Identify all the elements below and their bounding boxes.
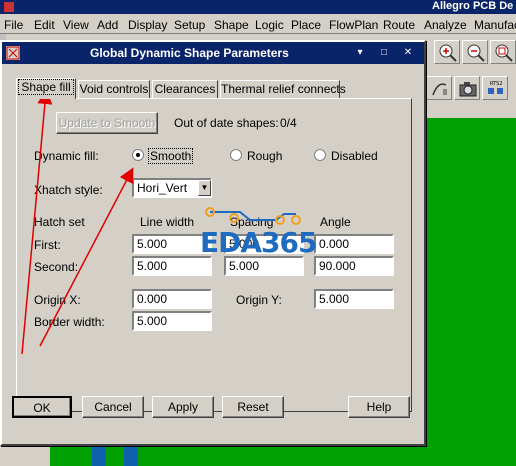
border-width-field[interactable]: 5.000 [132,311,212,331]
zoom-out-icon[interactable] [462,40,488,64]
canvas-trace [124,446,138,466]
menu-shape[interactable]: Shape [214,18,249,32]
second-angle-field[interactable]: 90.000 [314,256,394,276]
cancel-button[interactable]: Cancel [82,396,144,418]
menu-manufacture[interactable]: Manufac [474,18,516,32]
design-canvas-bottom[interactable] [0,446,424,466]
chevron-down-icon[interactable]: ▼ [198,180,211,196]
tab-clearances[interactable]: Clearances [152,80,218,98]
origin-x-field[interactable]: 0.000 [132,289,212,309]
second-spacing-field[interactable]: 5.000 [224,256,304,276]
camera-icon[interactable] [454,76,480,100]
origin-y-label: Origin Y: [236,293,282,307]
reset-button[interactable]: Reset [222,396,284,418]
out-of-date-label: Out of date shapes: [174,116,279,130]
menu-edit[interactable]: Edit [34,18,55,32]
dynamic-fill-label: Dynamic fill: [34,149,99,163]
toolbar: RTS2 [424,34,516,118]
menu-setup[interactable]: Setup [174,18,205,32]
line-width-header: Line width [140,215,195,229]
disabled-label[interactable]: Disabled [331,149,378,163]
rough-radio[interactable] [230,149,242,161]
help-button[interactable]: Help [348,396,410,418]
origin-x-label: Origin X: [34,293,81,307]
watermark-circuit-icon [205,207,301,225]
rats-label: RTS2 [490,81,503,87]
update-to-smooth-button[interactable]: Update to Smooth [56,112,158,134]
menu-logic[interactable]: Logic [255,18,284,32]
app-title-bar: Allegro PCB De [0,0,516,14]
menu-file[interactable]: File [4,18,23,32]
ok-button[interactable]: OK [12,396,72,418]
maximize-icon[interactable]: □ [376,46,392,60]
menu-display[interactable]: Display [128,18,167,32]
watermark-logo: EDA365 [200,226,317,259]
second-label: Second: [34,260,79,274]
rats-icon[interactable]: RTS2 [482,76,508,100]
smooth-radio[interactable] [132,149,144,161]
zoom-in-icon[interactable] [434,40,460,64]
canvas-trace [92,446,106,466]
dialog-system-icon[interactable] [6,46,20,60]
first-label: First: [34,238,61,252]
measure-icon[interactable] [426,76,452,100]
menu-add[interactable]: Add [97,18,118,32]
zoom-fit-icon[interactable] [490,40,516,64]
origin-y-field[interactable]: 5.000 [314,289,394,309]
angle-header: Angle [320,215,351,229]
hatch-set-label: Hatch set [34,215,85,229]
menu-view[interactable]: View [63,18,89,32]
out-of-date-value: 0/4 [280,116,297,130]
design-canvas[interactable] [424,118,516,466]
xhatch-style-label: Xhatch style: [34,183,103,197]
apply-button[interactable]: Apply [152,396,214,418]
border-width-label: Border width: [34,315,105,329]
dialog-title: Global Dynamic Shape Parameters [90,46,289,60]
second-line-width-field[interactable]: 5.000 [132,256,212,276]
menu-flowplan[interactable]: FlowPlan [329,18,378,32]
menu-bar: File Edit View Add Display Setup Shape L… [0,14,516,34]
app-logo-icon [4,2,14,12]
status-bar-fragment [0,446,50,466]
dialog-title-bar: Global Dynamic Shape Parameters ▾ □ ✕ [2,42,424,64]
tab-thermal-relief[interactable]: Thermal relief connects [220,80,346,98]
smooth-label[interactable]: Smooth [148,148,194,164]
tab-void-controls[interactable]: Void controls [78,80,150,98]
rough-label[interactable]: Rough [247,149,282,163]
menu-route[interactable]: Route [383,18,415,32]
menu-analyze[interactable]: Analyze [424,18,467,32]
menu-place[interactable]: Place [291,18,321,32]
app-title: Allegro PCB De [432,0,514,12]
first-angle-field[interactable]: 0.000 [314,234,394,254]
disabled-radio[interactable] [314,149,326,161]
close-icon[interactable]: ✕ [400,46,416,60]
tab-shape-fill[interactable]: Shape fill [16,78,76,99]
minimize-icon[interactable]: ▾ [352,46,368,60]
